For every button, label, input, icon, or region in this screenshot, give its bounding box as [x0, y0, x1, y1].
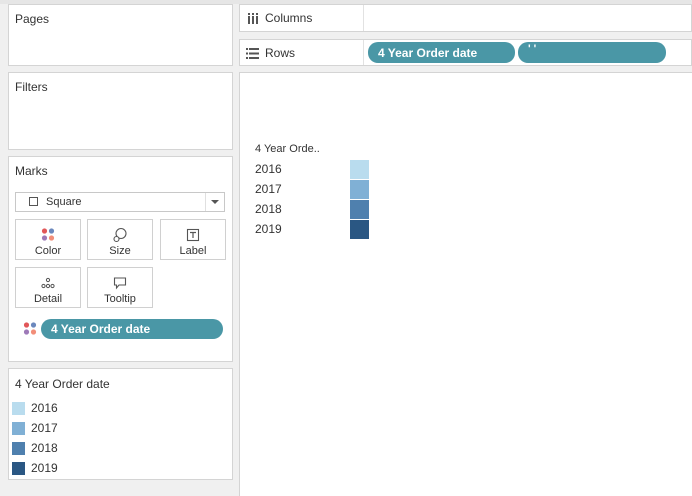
- label-button[interactable]: Label: [160, 219, 226, 260]
- detail-button[interactable]: Detail: [15, 267, 81, 308]
- legend-swatch: [12, 402, 25, 415]
- square-mark[interactable]: [350, 180, 369, 199]
- tooltip-button[interactable]: Tooltip: [87, 267, 153, 308]
- rows-label: Rows: [265, 46, 296, 60]
- square-mark[interactable]: [350, 160, 369, 179]
- legend-title: 4 Year Order date: [15, 377, 110, 391]
- square-mark[interactable]: [350, 200, 369, 219]
- tooltip-icon: [88, 275, 152, 291]
- columns-shelf-label: Columns: [240, 5, 364, 31]
- color-icon: [16, 227, 80, 243]
- dropdown-arrow-button[interactable]: [205, 193, 224, 211]
- filters-title: Filters: [15, 80, 48, 94]
- legend-label: 2016: [31, 401, 58, 415]
- rows-pill-blank-label: ' ': [528, 43, 537, 55]
- color-button[interactable]: Color: [15, 219, 81, 260]
- tooltip-label: Tooltip: [104, 293, 136, 305]
- row-label[interactable]: 2016: [255, 162, 282, 176]
- color-field-icon: [22, 321, 38, 337]
- chevron-down-icon: [211, 200, 219, 204]
- marks-card: Marks Square Color Size Label Detail Too…: [8, 156, 233, 362]
- marks-title: Marks: [15, 164, 48, 178]
- columns-icon: [247, 13, 259, 24]
- rows-pill-blank[interactable]: ' ': [518, 42, 666, 63]
- size-label: Size: [109, 245, 131, 257]
- rows-pill-year[interactable]: 4 Year Order date: [368, 42, 515, 63]
- rows-shelf[interactable]: Rows 4 Year Order date ' ': [239, 39, 692, 66]
- rows-pill-year-label: 4 Year Order date: [378, 46, 478, 60]
- columns-label: Columns: [265, 11, 313, 25]
- size-button[interactable]: Size: [87, 219, 153, 260]
- rows-icon: [246, 48, 259, 59]
- pages-card[interactable]: Pages: [8, 4, 233, 66]
- label-label: Label: [179, 245, 207, 257]
- mark-type-dropdown[interactable]: Square: [15, 192, 225, 212]
- worksheet-view[interactable]: 4 Year Orde.. 2016 2017 2018 2019: [239, 72, 692, 496]
- color-label: Color: [34, 245, 62, 257]
- mark-type-value: Square: [46, 196, 82, 208]
- pages-title: Pages: [15, 12, 50, 26]
- filters-card[interactable]: Filters: [8, 72, 233, 150]
- legend-label: 2019: [31, 461, 58, 475]
- legend-label: 2018: [31, 441, 58, 455]
- legend-swatch: [12, 462, 25, 475]
- text-label-icon: [161, 227, 225, 243]
- detail-label: Detail: [33, 293, 63, 305]
- row-label[interactable]: 2018: [255, 202, 282, 216]
- row-header[interactable]: 4 Year Orde..: [255, 143, 320, 155]
- square-mark[interactable]: [350, 220, 369, 239]
- size-icon: [88, 227, 152, 243]
- legend-label: 2017: [31, 421, 58, 435]
- color-legend-card: 4 Year Order date 2016 2017 2018 2019: [8, 368, 233, 480]
- color-field-pill[interactable]: 4 Year Order date: [41, 319, 223, 339]
- square-icon: [29, 197, 38, 206]
- legend-swatch: [12, 422, 25, 435]
- columns-shelf[interactable]: Columns: [239, 4, 692, 32]
- color-field-pill-label: 4 Year Order date: [51, 322, 151, 336]
- detail-icon: [16, 275, 80, 291]
- row-label[interactable]: 2019: [255, 222, 282, 236]
- rows-shelf-label: Rows: [240, 40, 364, 65]
- legend-swatch: [12, 442, 25, 455]
- row-label[interactable]: 2017: [255, 182, 282, 196]
